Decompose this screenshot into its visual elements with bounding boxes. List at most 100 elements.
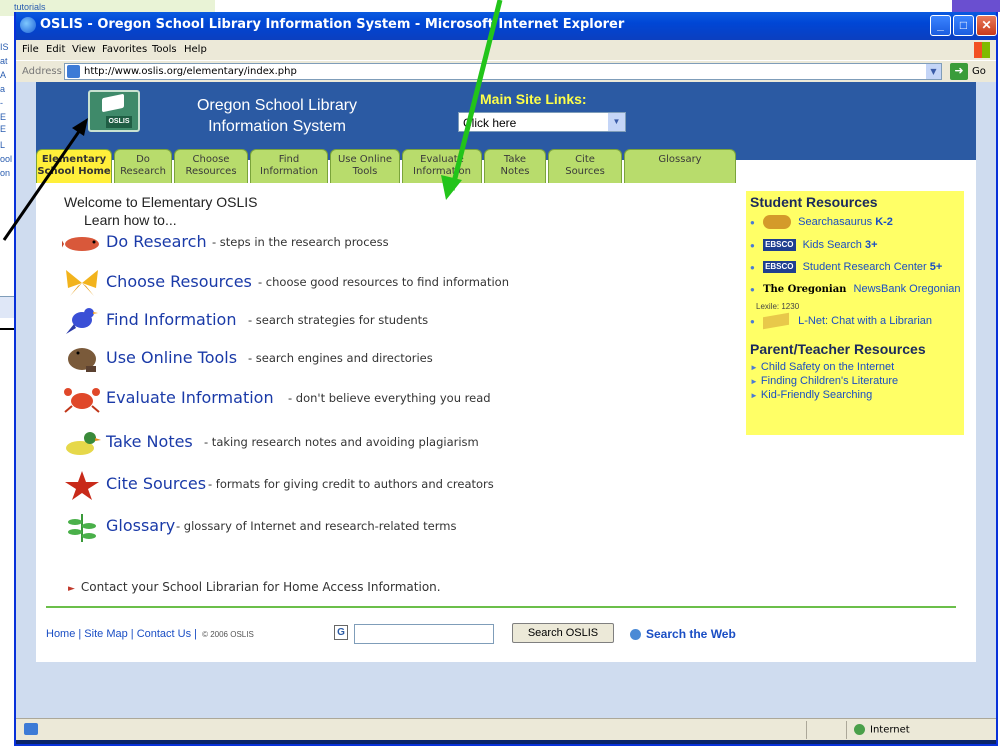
- tab-label: Notes: [500, 166, 530, 177]
- menu-edit[interactable]: Edit: [46, 44, 65, 55]
- topic-title-link[interactable]: Choose Resources: [106, 272, 252, 291]
- topic-title-link[interactable]: Glossary: [106, 516, 175, 535]
- bullet-icon: ►: [750, 363, 758, 372]
- minimize-button[interactable]: _: [930, 15, 951, 36]
- menu-view[interactable]: View: [72, 44, 96, 55]
- footer-links: Home | Site Map | Contact Us | © 2006 OS…: [46, 628, 254, 640]
- close-button[interactable]: ✕: [976, 15, 997, 36]
- contact-note: ► Contact your School Librarian for Home …: [68, 580, 441, 594]
- site-search-input[interactable]: [354, 624, 494, 644]
- topic-title-link[interactable]: Evaluate Information: [106, 388, 274, 407]
- tab-find-information[interactable]: Find Information: [250, 149, 328, 183]
- lnet-icon: [763, 312, 790, 330]
- searchasaurus-link[interactable]: ● Searchasaurus K-2: [750, 215, 893, 235]
- tab-choose-resources[interactable]: Choose Resources: [174, 149, 248, 183]
- title-bar[interactable]: OSLIS - Oregon School Library Informatio…: [16, 12, 997, 40]
- google-icon: G: [334, 625, 348, 640]
- footer-nav-links[interactable]: Home | Site Map | Contact Us |: [46, 628, 197, 640]
- tab-do-research[interactable]: Do Research: [114, 149, 172, 183]
- copyright: © 2006 OSLIS: [202, 630, 254, 639]
- topic-title-link[interactable]: Use Online Tools: [106, 348, 237, 367]
- page-icon: [67, 65, 80, 78]
- page-status-icon: [24, 723, 38, 735]
- search-web-link[interactable]: Search the Web: [630, 627, 736, 641]
- learn-how-label: Learn how to...: [84, 212, 177, 228]
- topic-title-link[interactable]: Take Notes: [106, 432, 193, 451]
- chevron-down-icon[interactable]: ▼: [926, 64, 941, 79]
- plant-icon: [68, 514, 96, 542]
- contact-text[interactable]: Contact your School Librarian for Home A…: [81, 580, 441, 594]
- topic-description: - search engines and directories: [248, 351, 433, 365]
- topic-title-link[interactable]: Cite Sources: [106, 474, 206, 493]
- window-title: OSLIS - Oregon School Library Informatio…: [40, 17, 625, 32]
- page-viewport[interactable]: OSLIS Oregon School Library Information …: [16, 82, 996, 718]
- go-button[interactable]: Go: [972, 66, 986, 77]
- bullet-icon: ►: [750, 391, 758, 400]
- starfish-icon: [65, 471, 99, 500]
- menu-tools[interactable]: Tools: [152, 44, 177, 55]
- tab-label: Information: [260, 166, 318, 177]
- select-value: Click here: [463, 116, 517, 130]
- tab-evaluate-information[interactable]: Evaluate Information: [402, 149, 482, 183]
- maximize-button[interactable]: □: [953, 15, 974, 36]
- background-text: ool: [0, 154, 13, 164]
- src-label: Student Research Center: [802, 261, 927, 273]
- tab-label: Resources: [185, 166, 237, 177]
- go-arrow-icon[interactable]: ➜: [950, 63, 968, 80]
- main-site-links-label: Main Site Links:: [480, 91, 587, 107]
- ebsco-logo: EBSCO: [763, 239, 796, 252]
- student-research-center-link[interactable]: ● EBSCO Student Research Center 5+: [750, 261, 942, 281]
- kids-search-link[interactable]: ● EBSCO Kids Search 3+: [750, 239, 878, 259]
- parent-link[interactable]: ► Finding Children's Literature: [750, 375, 898, 387]
- lnet-link[interactable]: ● L-Net: Chat with a Librarian: [750, 312, 933, 335]
- topic-description: - glossary of Internet and research-rela…: [176, 519, 457, 533]
- tab-label: Evaluate: [420, 154, 464, 165]
- logo-text: OSLIS: [106, 116, 132, 128]
- lnet-label: L-Net: Chat with a Librarian: [798, 315, 933, 327]
- dinosaur-icon: [763, 215, 792, 229]
- topic-description: - search strategies for students: [248, 313, 429, 327]
- tab-cite-sources[interactable]: Cite Sources: [548, 149, 622, 183]
- parent-link-label: Finding Children's Literature: [760, 375, 899, 387]
- newsbank-link[interactable]: ● The Oregonian NewsBank Oregonian: [750, 283, 961, 303]
- parent-link[interactable]: ► Kid-Friendly Searching: [750, 389, 872, 401]
- chevron-down-icon[interactable]: ▼: [608, 113, 625, 131]
- address-url[interactable]: http://www.oslis.org/elementary/index.ph…: [84, 66, 297, 77]
- book-icon: [102, 93, 124, 113]
- parent-link-label: Child Safety on the Internet: [760, 361, 895, 373]
- tab-take-notes[interactable]: Take Notes: [484, 149, 546, 183]
- bullet-icon: ●: [750, 285, 755, 294]
- tab-glossary[interactable]: Glossary: [624, 149, 736, 183]
- screenshot: { "background_window": { "lines": ["tuto…: [0, 0, 1000, 746]
- zone-label: Internet: [870, 724, 910, 736]
- kids-search-label: Kids Search: [802, 239, 862, 251]
- search-oslis-button[interactable]: Search OSLIS: [512, 623, 614, 643]
- parent-link[interactable]: ► Child Safety on the Internet: [750, 361, 894, 373]
- butterfly-icon: [66, 270, 98, 296]
- crab-icon: [64, 388, 100, 413]
- address-field[interactable]: http://www.oslis.org/elementary/index.ph…: [64, 63, 942, 80]
- tab-use-online-tools[interactable]: Use Online Tools: [330, 149, 400, 183]
- tab-label: Use Online: [337, 154, 393, 165]
- background-text: L: [0, 140, 6, 150]
- lexile-label: Lexile: 1230: [756, 302, 800, 311]
- tab-label: School Home: [37, 166, 111, 177]
- menu-favorites[interactable]: Favorites: [102, 44, 147, 55]
- menu-help[interactable]: Help: [184, 44, 207, 55]
- ebsco-logo: EBSCO: [763, 261, 796, 274]
- grade-label: 3+: [864, 239, 878, 251]
- topic-title-link[interactable]: Do Research: [106, 232, 207, 251]
- bullet-icon: ●: [750, 217, 755, 227]
- bullet-icon: ●: [750, 263, 755, 272]
- background-text: at: [0, 56, 8, 66]
- menu-file[interactable]: File: [22, 44, 39, 55]
- address-bar: Address http://www.oslis.org/elementary/…: [16, 60, 996, 82]
- oslis-logo[interactable]: OSLIS: [88, 90, 140, 132]
- tab-elementary-home[interactable]: Elementary School Home: [36, 149, 112, 183]
- main-site-links-select[interactable]: Click here ▼: [458, 112, 626, 132]
- tab-label: Cite: [575, 154, 595, 165]
- topic-description: - choose good resources to find informat…: [258, 275, 509, 289]
- topic-title-link[interactable]: Find Information: [106, 310, 236, 329]
- bullet-icon: ►: [68, 584, 75, 594]
- topic-description: - formats for giving credit to authors a…: [208, 477, 494, 491]
